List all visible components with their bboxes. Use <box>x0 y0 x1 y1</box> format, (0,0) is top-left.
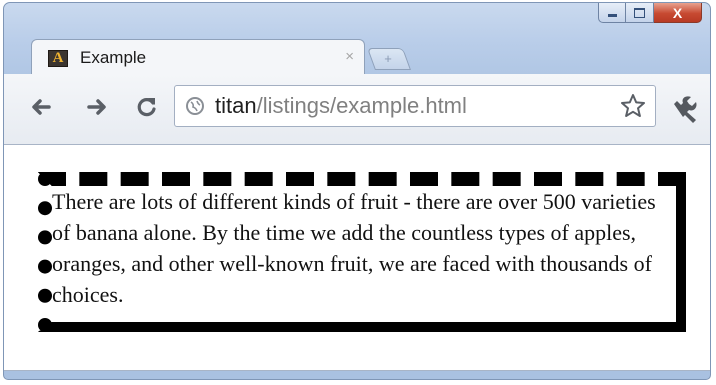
reload-button[interactable] <box>132 92 162 122</box>
close-window-button[interactable]: X <box>654 3 702 23</box>
minimize-icon <box>607 14 617 17</box>
back-arrow-icon <box>32 99 51 115</box>
tab-example[interactable]: A Example × <box>31 39 365 75</box>
url-path: /listings/example.html <box>256 93 467 118</box>
window-caption-buttons: X <box>598 3 702 25</box>
fruit-paragraph: There are lots of different kinds of fru… <box>52 189 656 307</box>
back-button[interactable] <box>26 92 56 122</box>
tab-close-icon[interactable]: × <box>345 48 354 65</box>
tab-title: Example <box>80 48 147 67</box>
url-text[interactable]: titan/listings/example.html <box>215 93 467 119</box>
star-icon[interactable] <box>619 92 647 120</box>
bordered-paragraph-box: There are lots of different kinds of fru… <box>38 172 686 332</box>
forward-arrow-icon <box>87 99 106 115</box>
plus-icon: + <box>384 51 392 66</box>
globe-icon <box>186 97 204 115</box>
browser-window: X A Example × + titan/listings/example.h… <box>3 2 711 380</box>
address-bar[interactable]: titan/listings/example.html <box>174 85 656 127</box>
maximize-icon <box>634 7 645 18</box>
close-icon: X <box>672 4 683 21</box>
forward-button[interactable] <box>82 92 112 122</box>
favicon-icon: A <box>48 50 68 67</box>
reload-icon <box>137 98 156 117</box>
url-host: titan <box>215 93 257 118</box>
minimize-button[interactable] <box>598 3 626 23</box>
maximize-button[interactable] <box>626 3 654 23</box>
wrench-icon[interactable] <box>668 93 700 125</box>
new-tab-button[interactable]: + <box>366 48 412 70</box>
page-content: There are lots of different kinds of fru… <box>4 145 710 371</box>
toolbar: titan/listings/example.html <box>4 74 710 145</box>
